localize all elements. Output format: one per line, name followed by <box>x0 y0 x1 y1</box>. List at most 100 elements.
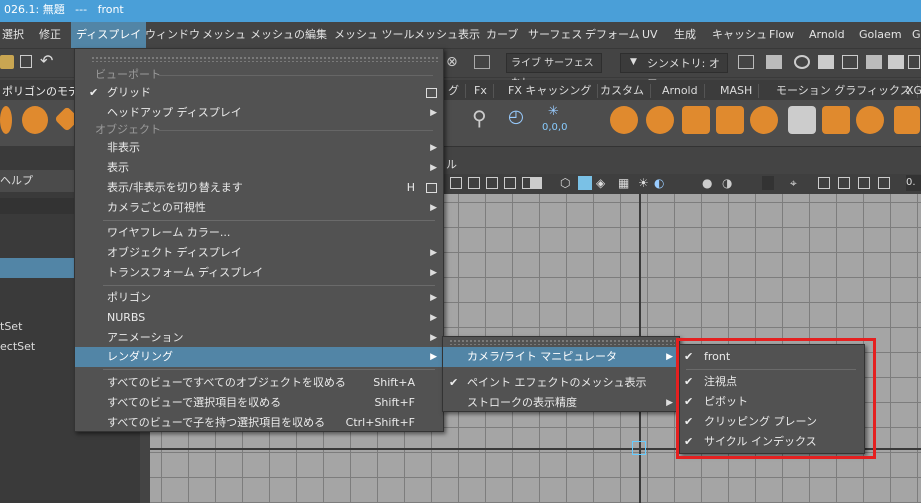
snowflake-icon[interactable]: ✳ <box>548 104 559 119</box>
image-plane-icon[interactable] <box>838 177 850 189</box>
grid-toggle-icon[interactable] <box>818 177 830 189</box>
snap-icon[interactable]: ⊗ <box>446 54 462 70</box>
poly-torus-icon[interactable] <box>22 106 48 134</box>
isolate-icon[interactable] <box>762 176 774 190</box>
menu-generate[interactable]: 生成 <box>672 22 698 48</box>
shelf-tab-g[interactable]: グ <box>442 84 466 98</box>
xray-icon[interactable]: ⌖ <box>790 176 797 191</box>
shelf-tab-arnold[interactable]: Arnold <box>656 84 705 98</box>
safe-action-icon[interactable] <box>504 177 516 189</box>
menu-arnold[interactable]: Arnold <box>807 22 847 48</box>
render-view-icon[interactable] <box>738 55 754 69</box>
boolean-icon[interactable] <box>750 106 778 134</box>
ipr-eye-icon[interactable] <box>794 55 810 69</box>
menu-curves[interactable]: カーブ <box>484 22 520 48</box>
menu-cache[interactable]: キャッシュ <box>710 22 769 48</box>
origin-manipulator[interactable] <box>632 441 646 455</box>
menu-item-object-display[interactable]: オブジェクト ディスプレイ ▶ <box>75 243 443 263</box>
menu-item-wireframe-color[interactable]: ワイヤフレーム カラー... <box>75 223 443 243</box>
menu-item-paint-effects-mesh[interactable]: ✔ ペイント エフェクトのメッシュ表示 <box>443 373 679 393</box>
menu-mesh-tools[interactable]: メッシュ ツール <box>332 22 417 48</box>
shelf-tab-xgen[interactable]: XG <box>900 84 921 98</box>
render-icon[interactable] <box>766 55 782 69</box>
menu-item-frame-with-children[interactable]: すべてのビューで子を持つ選択項目を収める Ctrl+Shift+F <box>75 413 443 433</box>
separate-icon[interactable] <box>682 106 710 134</box>
menu-mesh-display[interactable]: メッシュ表示 <box>412 22 482 48</box>
resolution-gate-icon[interactable] <box>450 177 462 189</box>
menu-item-animation[interactable]: アニメーション ▶ <box>75 328 443 348</box>
shelf-tab-motion-graphics[interactable]: モーション グラフィックス <box>770 84 918 98</box>
live-surface-field[interactable]: ライブ サーフェスなし <box>506 53 602 89</box>
menu-overflow[interactable]: G <box>910 22 921 48</box>
combine-icon[interactable] <box>610 106 638 134</box>
menu-item-frame-selection[interactable]: すべてのビューで選択項目を収める Shift+F <box>75 393 443 413</box>
menu-mesh[interactable]: メッシュ <box>200 22 248 48</box>
textured-cube-icon[interactable]: ◈ <box>596 176 605 190</box>
menu-display[interactable]: ディスプレイ <box>71 22 147 48</box>
shaded-cube-icon[interactable] <box>578 176 592 190</box>
clapper-icon[interactable] <box>818 55 834 69</box>
smooth-icon[interactable] <box>788 106 816 134</box>
menu-item-show[interactable]: 表示 ▶ <box>75 158 443 178</box>
menu-item-hide[interactable]: 非表示 ▶ <box>75 138 443 158</box>
save-icon[interactable] <box>20 55 32 68</box>
ipr-icon[interactable] <box>842 55 858 69</box>
panel-menu-label[interactable]: ル <box>446 156 457 172</box>
option-box-icon[interactable] <box>426 88 437 98</box>
menu-flow[interactable]: Flow <box>767 22 796 48</box>
undo-icon[interactable]: ↶ <box>40 51 53 70</box>
menu-item-frame-all[interactable]: すべてのビューですべてのオブジェクトを収める Shift+A <box>75 373 443 393</box>
shadow-icon[interactable]: ● <box>702 176 712 190</box>
tear-off-handle[interactable] <box>449 339 675 345</box>
menu-modify[interactable]: 修正 <box>37 22 63 48</box>
menu-item-camera-light-manipulator[interactable]: カメラ/ライト マニピュレータ ▶ <box>443 347 679 367</box>
lighting-mode-icon[interactable]: ◐ <box>654 176 664 190</box>
menu-item-polygon[interactable]: ポリゴン ▶ <box>75 288 443 308</box>
poly-sphere-icon[interactable] <box>0 106 12 134</box>
menu-item-per-camera-visibility[interactable]: カメラごとの可視性 ▶ <box>75 198 443 218</box>
gate-mask-icon[interactable] <box>468 177 480 189</box>
bridge-icon[interactable] <box>856 106 884 134</box>
menu-item-stroke-display-quality[interactable]: ストロークの表示精度 ▶ <box>443 393 679 413</box>
menu-item-transform-display[interactable]: トランスフォーム ディスプレイ ▶ <box>75 263 443 283</box>
backface-icon[interactable] <box>878 177 890 189</box>
manipulator-icon[interactable]: ⚲ <box>472 106 487 130</box>
field-chart-icon[interactable] <box>486 177 498 189</box>
exposure-field[interactable]: 0. <box>906 175 921 191</box>
shelf-tab-fx[interactable]: Fx <box>468 84 494 98</box>
menu-surfaces[interactable]: サーフェス <box>526 22 584 48</box>
menu-item-toggle-show-hide[interactable]: 表示/非表示を切り替えます H <box>75 178 443 198</box>
menu-golaem[interactable]: Golaem <box>857 22 904 48</box>
bevel-icon[interactable] <box>822 106 850 134</box>
wireframe-cube-icon[interactable]: ⬡ <box>560 176 570 190</box>
shelf-tab-fx-caching[interactable]: FX キャッシング <box>502 84 599 98</box>
layers-icon[interactable] <box>646 106 674 134</box>
tear-off-handle[interactable] <box>91 56 439 62</box>
open-scene-icon[interactable] <box>0 55 14 69</box>
extract-icon[interactable] <box>716 106 744 134</box>
menu-uv[interactable]: UV <box>640 22 660 48</box>
checker-icon[interactable]: ▦ <box>618 176 629 190</box>
menu-item-nurbs[interactable]: NURBS ▶ <box>75 308 443 328</box>
menu-select[interactable]: 選択 <box>0 22 26 48</box>
hypershade-icon[interactable] <box>888 55 904 69</box>
ambient-occlusion-icon[interactable]: ◑ <box>722 176 732 190</box>
menu-item-hud[interactable]: ヘッドアップ ディスプレイ ▶ <box>75 103 443 123</box>
menu-deform[interactable]: デフォーム <box>583 22 642 48</box>
extrude-icon[interactable] <box>894 106 920 134</box>
render-settings-icon[interactable] <box>866 55 882 69</box>
render-layer-icon[interactable] <box>908 55 920 69</box>
text-icon[interactable] <box>530 177 542 189</box>
clock-icon[interactable]: ◴ <box>508 106 524 127</box>
shelf-tab-custom[interactable]: カスタム <box>594 84 651 98</box>
option-box-icon[interactable] <box>426 183 437 193</box>
outliner-item-set2[interactable]: ectSet <box>0 340 35 353</box>
outliner-item-set1[interactable]: tSet <box>0 320 22 333</box>
menu-item-rendering[interactable]: レンダリング ▶ <box>75 347 443 367</box>
shelf-tab-mash[interactable]: MASH <box>714 84 760 98</box>
menu-item-grid[interactable]: ✔ グリッド <box>75 83 443 103</box>
lights-icon[interactable]: ☀ <box>638 176 649 190</box>
hud-toggle-icon[interactable] <box>858 177 870 189</box>
snap-plane-icon[interactable] <box>474 55 490 69</box>
menu-window[interactable]: ウィンドウ <box>143 22 202 48</box>
